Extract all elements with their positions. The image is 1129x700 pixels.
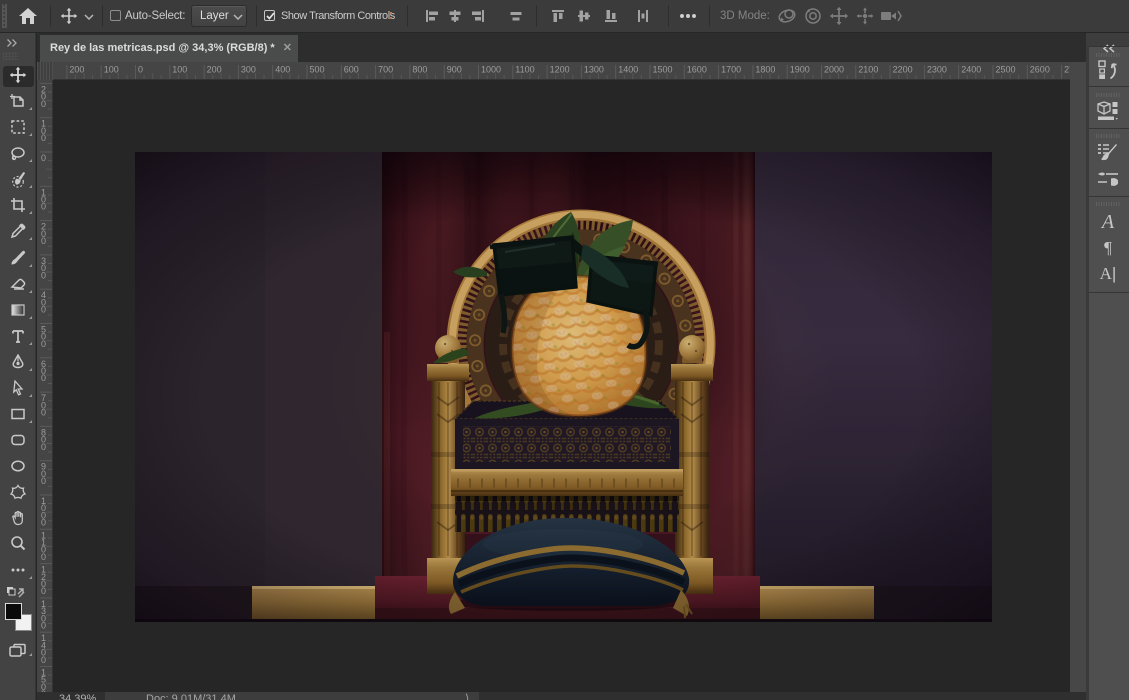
svg-text:0: 0: [41, 442, 46, 452]
svg-text:1600: 1600: [687, 65, 707, 75]
svg-text:200: 200: [69, 65, 84, 75]
svg-text:1300: 1300: [584, 65, 604, 75]
svg-text:0: 0: [41, 373, 46, 383]
svg-text:0: 0: [41, 621, 46, 631]
svg-text:1400: 1400: [618, 65, 638, 75]
svg-text:600: 600: [344, 65, 359, 75]
svg-text:900: 900: [447, 65, 462, 75]
svg-text:2000: 2000: [824, 65, 844, 75]
svg-text:500: 500: [310, 65, 325, 75]
svg-text:300: 300: [241, 65, 256, 75]
svg-text:0: 0: [41, 655, 46, 665]
svg-text:1900: 1900: [790, 65, 810, 75]
svg-text:0: 0: [41, 202, 46, 212]
svg-text:100: 100: [172, 65, 187, 75]
svg-text:1500: 1500: [653, 65, 673, 75]
svg-text:1100: 1100: [515, 65, 534, 75]
svg-text:2400: 2400: [961, 65, 981, 75]
svg-text:2700: 2700: [1064, 65, 1070, 75]
svg-text:0: 0: [41, 153, 46, 163]
svg-text:700: 700: [378, 65, 393, 75]
svg-text:0: 0: [41, 476, 46, 486]
svg-text:0: 0: [41, 305, 46, 315]
svg-text:2200: 2200: [893, 65, 913, 75]
svg-text:0: 0: [41, 408, 46, 418]
svg-text:200: 200: [207, 65, 222, 75]
svg-text:0: 0: [41, 99, 46, 109]
svg-text:0: 0: [41, 270, 46, 280]
svg-text:2500: 2500: [996, 65, 1016, 75]
svg-text:0: 0: [41, 133, 46, 143]
svg-text:1700: 1700: [721, 65, 741, 75]
svg-text:0: 0: [41, 518, 46, 528]
svg-text:1000: 1000: [481, 65, 501, 75]
svg-text:100: 100: [104, 65, 119, 75]
svg-text:2100: 2100: [858, 65, 878, 75]
svg-text:1200: 1200: [550, 65, 570, 75]
svg-text:0: 0: [41, 586, 46, 596]
svg-text:0: 0: [41, 236, 46, 246]
svg-text:800: 800: [412, 65, 427, 75]
svg-text:1800: 1800: [755, 65, 775, 75]
svg-text:0: 0: [138, 65, 143, 75]
svg-text:2600: 2600: [1030, 65, 1050, 75]
svg-text:0: 0: [41, 552, 46, 562]
svg-text:400: 400: [275, 65, 290, 75]
svg-text:2300: 2300: [927, 65, 947, 75]
svg-text:0: 0: [41, 339, 46, 349]
